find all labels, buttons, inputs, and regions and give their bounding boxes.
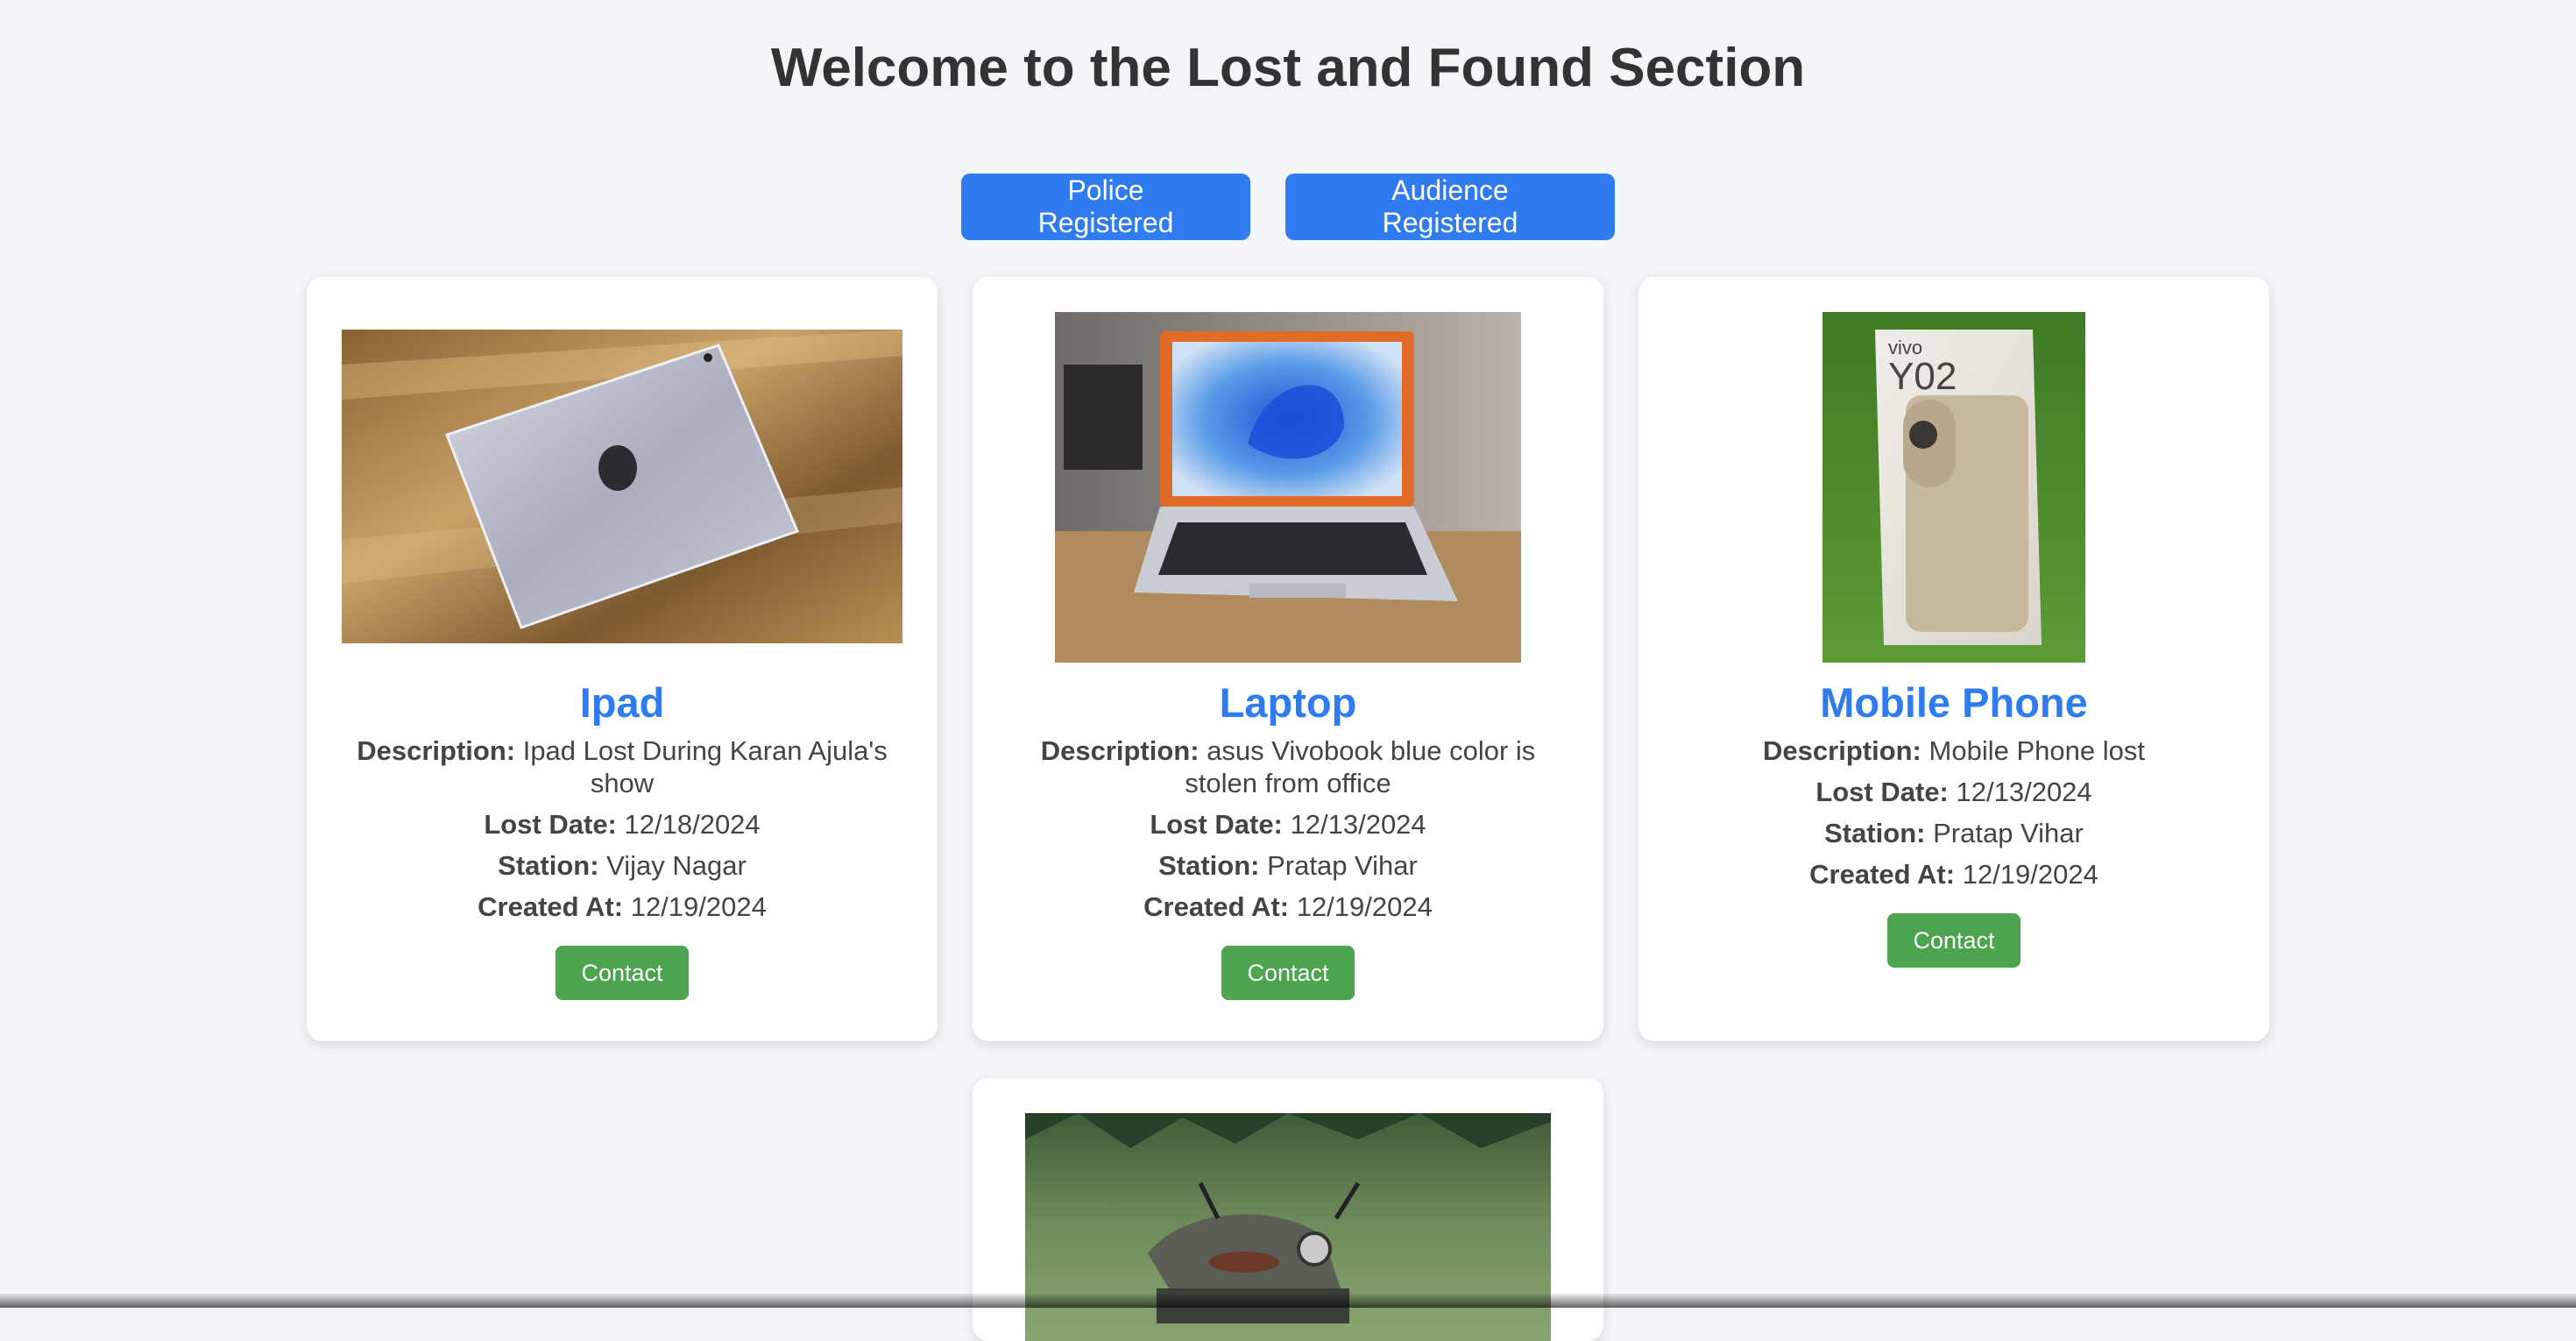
item-info: Ipad Description: Ipad Lost During Karan… [342,677,902,1000]
filter-tabs: Police Registered Audience Registered [0,174,2576,240]
item-created-at: Created At: 12/19/2024 [1674,858,2234,890]
item-created-at: Created At: 12/19/2024 [1008,890,1568,923]
item-station: Station: Pratap Vihar [1008,849,1568,882]
description-label: Description: [1040,735,1200,766]
item-title: Laptop [1219,679,1357,726]
station-label: Station: [498,850,599,881]
item-description: Description: Ipad Lost During Karan Ajul… [342,734,902,799]
contact-button[interactable]: Contact [556,946,689,1000]
station-value: Vijay Nagar [606,850,747,881]
item-description: Description: asus Vivobook blue color is… [1008,734,1568,799]
item-station: Station: Vijay Nagar [342,849,902,882]
item-created-at: Created At: 12/19/2024 [342,890,902,923]
police-registered-button[interactable]: Police Registered [961,174,1250,240]
item-title: Ipad [579,679,665,726]
contact-button[interactable]: Contact [1887,913,2020,968]
item-title: Mobile Phone [1820,679,2088,726]
item-card-mobile-phone: vivo Y02 Mobile Phone Description: Mobil… [1638,277,2269,1041]
station-label: Station: [1824,818,1926,848]
ipad-image [342,330,902,643]
item-lost-date: Lost Date: 12/18/2024 [342,808,902,841]
item-station: Station: Pratap Vihar [1674,817,2234,849]
item-info: Mobile Phone Description: Mobile Phone l… [1674,677,2234,968]
lost-date-label: Lost Date: [1150,809,1283,840]
lost-date-value: 12/13/2024 [1956,777,2092,807]
item-card-ipad: Ipad Description: Ipad Lost During Karan… [307,277,938,1041]
station-label: Station: [1158,850,1260,881]
lost-date-value: 12/13/2024 [1290,809,1426,840]
created-at-value: 12/19/2024 [1962,859,2098,890]
lost-date-label: Lost Date: [1815,777,1949,807]
page-title: Welcome to the Lost and Found Section [770,38,1806,98]
item-info: Laptop Description: asus Vivobook blue c… [1008,677,1568,1000]
created-at-label: Created At: [1143,891,1290,922]
item-description: Description: Mobile Phone lost [1674,734,2234,767]
description-label: Description: [1763,735,1921,766]
description-value: Mobile Phone lost [1928,735,2145,766]
created-at-label: Created At: [478,891,624,922]
phone-box-model: Y02 [1888,355,1957,398]
audience-registered-button[interactable]: Audience Registered [1285,174,1615,240]
created-at-label: Created At: [1809,859,1956,890]
item-lost-date: Lost Date: 12/13/2024 [1674,776,2234,808]
station-value: Pratap Vihar [1267,850,1418,881]
lost-date-value: 12/18/2024 [624,809,761,840]
description-value: asus Vivobook blue color is stolen from … [1185,735,1536,798]
item-lost-date: Lost Date: 12/13/2024 [1008,808,1568,841]
description-value: Ipad Lost During Karan Ajula's show [522,735,888,798]
lost-date-label: Lost Date: [484,809,617,840]
item-card-laptop: Laptop Description: asus Vivobook blue c… [973,277,1603,1041]
window-bottom-edge [0,1294,2576,1308]
laptop-image [1055,312,1521,663]
station-value: Pratap Vihar [1933,818,2084,848]
created-at-value: 12/19/2024 [630,891,767,922]
mobile-phone-image: vivo Y02 [1822,312,2085,663]
contact-button[interactable]: Contact [1221,946,1355,1000]
description-label: Description: [357,735,516,766]
created-at-value: 12/19/2024 [1296,891,1433,922]
